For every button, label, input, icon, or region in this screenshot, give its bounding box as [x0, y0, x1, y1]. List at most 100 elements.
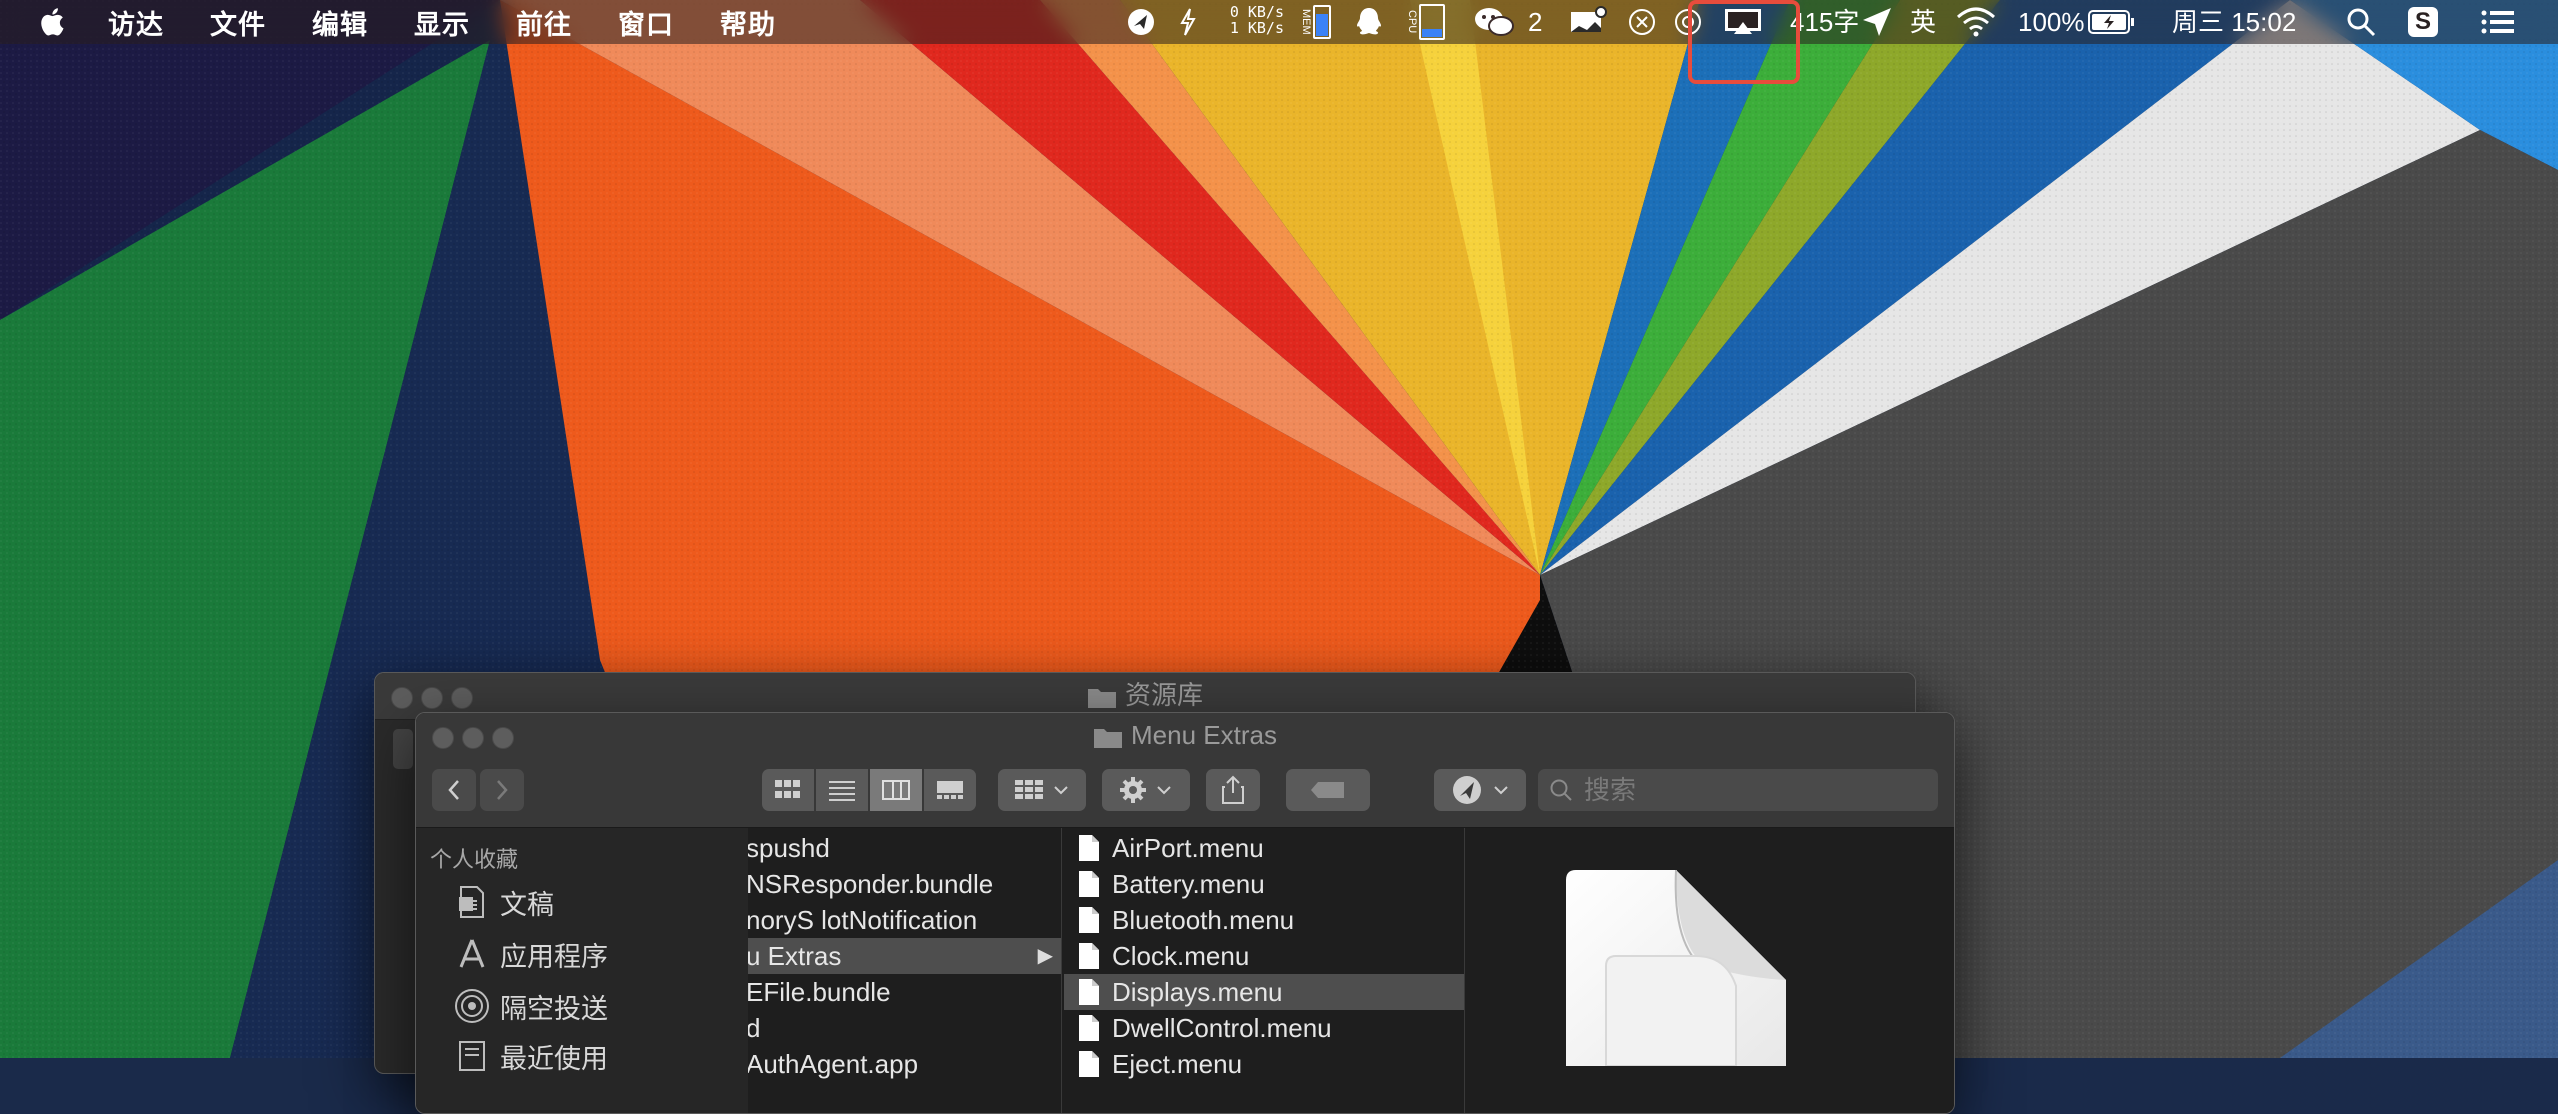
sidebar-item-label: 隔空投送 — [500, 993, 608, 1024]
spotlight-search-icon[interactable] — [2344, 6, 2378, 38]
airdrop-icon — [452, 986, 492, 1026]
sidebar-item-airdrop[interactable]: 隔空投送 — [452, 984, 608, 1028]
menu-edit[interactable]: 编辑 — [312, 3, 368, 42]
sidebar-item-recents[interactable]: 最近使用 — [452, 1034, 608, 1078]
sidebar-item-applications[interactable]: 应用程序 — [452, 932, 608, 976]
icon-view-button[interactable] — [762, 769, 814, 811]
wifi-icon[interactable] — [1956, 6, 1996, 38]
close-circle-icon[interactable] — [1626, 6, 1658, 38]
notification-center-icon[interactable] — [2478, 6, 2518, 38]
search-icon — [1550, 779, 1572, 801]
input-method[interactable]: 英 — [1910, 0, 1936, 44]
location-arrow-icon[interactable] — [1860, 6, 1894, 38]
list-item-label: DwellControl.menu — [1112, 1013, 1332, 1043]
sidebar-item-label: 应用程序 — [500, 941, 608, 972]
notification-icon[interactable] — [1568, 6, 1608, 38]
action-button[interactable] — [1102, 769, 1190, 811]
list-item-label: AuthAgent.app — [748, 1049, 919, 1079]
list-item-label: AirPort.menu — [1112, 833, 1264, 863]
list-item[interactable]: AirPort.menu — [1064, 830, 1464, 866]
list-item[interactable]: d — [748, 1010, 1061, 1046]
lightning-icon[interactable] — [1176, 6, 1200, 38]
wechat-icon[interactable] — [1472, 6, 1516, 38]
cpu-label: CPU — [1406, 10, 1418, 34]
list-item-label: Eject.menu — [1112, 1049, 1243, 1079]
file-icon — [1079, 943, 1099, 969]
gallery-view-icon — [937, 781, 963, 799]
tag-icon — [1311, 782, 1344, 798]
net-up: 0 KB/s — [1229, 3, 1284, 21]
sidebar-item-label: 最近使用 — [500, 1043, 608, 1074]
list-item[interactable]: NSResponder.bundle — [748, 866, 1061, 902]
file-preview-icon — [1566, 869, 1786, 1066]
list-view-button[interactable] — [816, 769, 868, 811]
group-by-button[interactable] — [998, 769, 1086, 811]
memory-meter-icon[interactable]: MEM — [1296, 5, 1336, 39]
list-item[interactable]: DwellControl.menu — [1064, 1010, 1464, 1046]
share-icon — [1222, 775, 1244, 804]
finder-window: Menu Extras 搜索 个人收藏 文稿 应用程序 隔空投送 最近使用 sp… — [415, 712, 1955, 1114]
list-item-selected[interactable]: Displays.menu — [1064, 974, 1464, 1010]
tags-button[interactable] — [1286, 769, 1370, 811]
cpu-meter-icon[interactable]: CPU — [1404, 4, 1448, 40]
list-item-label: Bluetooth.menu — [1112, 905, 1295, 935]
airplay-highlight-box — [1688, 0, 1800, 84]
qq-icon[interactable] — [1352, 6, 1386, 38]
back-button[interactable] — [432, 769, 476, 811]
list-item[interactable]: AuthAgent.app — [748, 1046, 1061, 1082]
gear-icon — [1120, 777, 1146, 803]
list-item[interactable]: noryS lotNotification — [748, 902, 1061, 938]
mem-label: MEM — [1300, 9, 1312, 35]
menu-file[interactable]: 文件 — [210, 3, 266, 42]
menu-view[interactable]: 显示 — [414, 3, 470, 42]
sogou-input-icon[interactable]: S — [2406, 6, 2440, 38]
battery-charging-icon[interactable] — [2086, 6, 2138, 38]
window-title: 资源库 — [375, 673, 1915, 717]
list-item[interactable]: EFile.bundle — [748, 974, 1061, 1010]
column-menu-extras: AirPort.menu Battery.menu Bluetooth.menu… — [1064, 828, 1465, 1113]
search-field[interactable] — [1538, 769, 1938, 811]
list-item[interactable]: Eject.menu — [1064, 1046, 1464, 1082]
app-menu-button[interactable] — [1434, 769, 1526, 811]
sidebar-item-documents[interactable]: 文稿 — [452, 880, 554, 924]
search-input[interactable] — [1582, 773, 1926, 807]
share-button[interactable] — [1206, 769, 1260, 811]
chevron-down-icon — [1054, 786, 1068, 795]
list-item[interactable]: Clock.menu — [1064, 938, 1464, 974]
app-icon — [1453, 776, 1481, 804]
recents-icon — [452, 1036, 492, 1076]
file-icon — [1079, 907, 1099, 933]
net-down: 1 KB/s — [1229, 19, 1284, 37]
list-item-label: u Extras — [748, 941, 842, 971]
menu-go[interactable]: 前往 — [516, 3, 572, 42]
sidebar-item-label: 文稿 — [500, 889, 554, 920]
finder-content: 个人收藏 文稿 应用程序 隔空投送 最近使用 spushd NSResponde… — [416, 828, 1954, 1113]
grid-view-icon — [775, 780, 800, 798]
network-speed[interactable]: 0 KB/s 1 KB/s — [1212, 4, 1284, 36]
window-title: Menu Extras — [416, 713, 1954, 757]
preview-pane — [1466, 828, 1954, 1113]
word-count[interactable]: 415字 — [1790, 0, 1859, 44]
list-item-selected[interactable]: u Extras ▶ — [748, 938, 1061, 974]
forward-button[interactable] — [480, 769, 524, 811]
column-view-button[interactable] — [870, 769, 922, 811]
gallery-view-button[interactable] — [924, 769, 976, 811]
apple-menu-icon[interactable] — [38, 6, 70, 38]
window-title-text: 资源库 — [1124, 680, 1203, 710]
menu-window[interactable]: 窗口 — [618, 3, 674, 42]
clean-app-icon[interactable] — [1124, 6, 1158, 38]
disclosure-arrow-icon: ▶ — [1037, 945, 1053, 967]
list-item-label: noryS lotNotification — [748, 905, 978, 935]
finder-toolbar — [416, 757, 1954, 828]
list-item[interactable]: spushd — [748, 830, 1061, 866]
list-item[interactable]: Bluetooth.menu — [1064, 902, 1464, 938]
list-item[interactable]: Battery.menu — [1064, 866, 1464, 902]
menu-finder[interactable]: 访达 — [108, 3, 164, 42]
sidebar: 个人收藏 文稿 应用程序 隔空投送 最近使用 — [416, 828, 748, 1113]
list-item-label: NSResponder.bundle — [748, 869, 994, 899]
window-title-text: Menu Extras — [1131, 720, 1277, 750]
clock[interactable]: 周三 15:02 — [2172, 0, 2296, 44]
file-icon — [1079, 1051, 1099, 1077]
battery-percent[interactable]: 100% — [2018, 0, 2085, 44]
menu-help[interactable]: 帮助 — [720, 3, 776, 42]
